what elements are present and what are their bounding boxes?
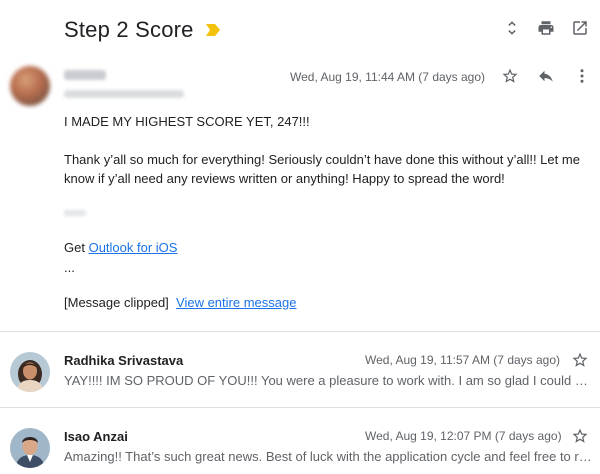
outlook-signature: Get Outlook for iOS [64, 238, 594, 257]
open-in-new-window-icon[interactable] [570, 18, 590, 38]
outlook-for-ios-link[interactable]: Outlook for iOS [89, 240, 178, 255]
view-entire-message-link[interactable]: View entire message [176, 295, 296, 310]
thread-actions [502, 18, 590, 38]
expanded-message: Wed, Aug 19, 11:44 AM (7 days ago) I MAD… [0, 62, 600, 332]
message-actions [500, 66, 592, 86]
email-subject: Step 2 Score [64, 17, 194, 42]
message-clipped-label: [Message clipped] [64, 295, 169, 310]
message-snippet: Amazing!! That’s such great news. Best o… [64, 449, 594, 464]
avatar[interactable] [10, 352, 50, 392]
sender-name: Isao Anzai [64, 429, 128, 444]
avatar[interactable] [10, 428, 50, 468]
sender-name-redacted [64, 70, 106, 80]
star-icon[interactable] [570, 350, 590, 370]
message-date: Wed, Aug 19, 12:07 PM (7 days ago) [365, 429, 562, 443]
message-snippet: YAY!!!! IM SO PROUD OF YOU!!! You were a… [64, 373, 594, 388]
print-icon[interactable] [536, 18, 556, 38]
star-icon[interactable] [570, 426, 590, 446]
collapsed-message[interactable]: Isao Anzai Wed, Aug 19, 12:07 PM (7 days… [0, 422, 600, 474]
sender-avatar[interactable] [10, 66, 50, 106]
importance-marker-icon[interactable] [205, 24, 220, 36]
message-body-paragraph: Thank y’all so much for everything! Seri… [64, 152, 580, 186]
star-icon[interactable] [500, 66, 520, 86]
trimmed-content-ellipsis[interactable]: ... [64, 258, 594, 277]
divider [0, 407, 600, 408]
sender-name: Radhika Srivastava [64, 353, 184, 368]
message-date: Wed, Aug 19, 11:57 AM (7 days ago) [365, 353, 561, 367]
outlook-prefix: Get [64, 240, 89, 255]
collapsed-message[interactable]: Radhika Srivastava Wed, Aug 19, 11:57 AM… [0, 346, 600, 406]
reply-icon[interactable] [536, 66, 556, 86]
divider [0, 331, 600, 332]
message-date: Wed, Aug 19, 11:44 AM (7 days ago) [290, 70, 486, 84]
recipients-redacted[interactable] [64, 90, 184, 98]
expand-collapse-icon[interactable] [502, 18, 522, 38]
message-body-line: I MADE MY HIGHEST SCORE YET, 247!!! [64, 114, 310, 129]
more-options-icon[interactable] [572, 66, 592, 86]
message-clipped-notice: [Message clipped] View entire message [64, 293, 594, 312]
signature-redacted [64, 210, 86, 216]
